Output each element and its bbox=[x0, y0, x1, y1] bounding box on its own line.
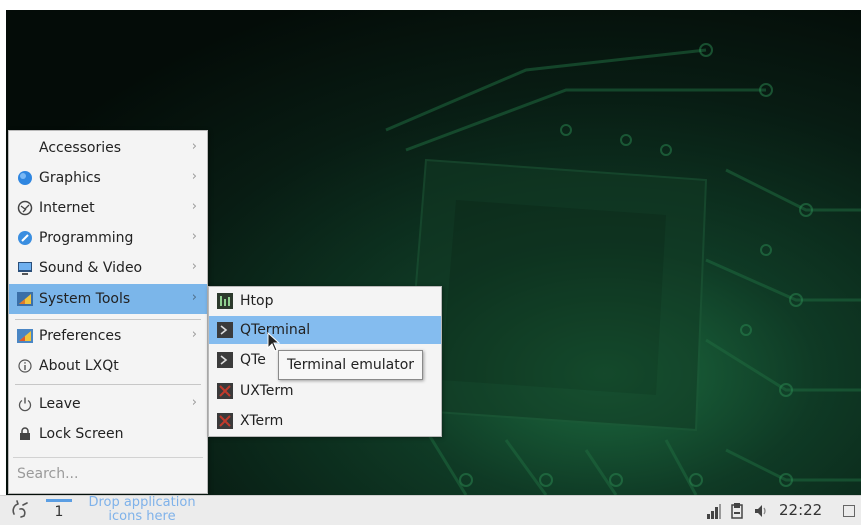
info-icon bbox=[17, 358, 33, 374]
menu-item-leave[interactable]: Leave › bbox=[9, 390, 207, 418]
menu-item-label: QTe bbox=[240, 352, 266, 368]
menu-item-graphics[interactable]: Graphics › bbox=[9, 164, 207, 192]
chevron-right-icon: › bbox=[191, 199, 197, 214]
menu-item-internet[interactable]: Internet › bbox=[9, 194, 207, 222]
tooltip: Terminal emulator bbox=[278, 350, 424, 380]
chevron-right-icon: › bbox=[191, 169, 197, 184]
volume-icon[interactable] bbox=[753, 502, 771, 520]
menu-item-xterm[interactable]: XTerm bbox=[209, 407, 441, 435]
menu-item-label: Accessories bbox=[39, 140, 122, 156]
preferences-icon bbox=[17, 328, 33, 344]
menu-item-label: Htop bbox=[240, 293, 274, 309]
menu-separator bbox=[15, 384, 201, 385]
removable-media-icon[interactable] bbox=[730, 502, 744, 520]
menu-item-system-tools[interactable]: System Tools › bbox=[9, 284, 207, 314]
menu-item-label: Graphics bbox=[39, 170, 101, 186]
mouse-cursor-icon bbox=[267, 332, 281, 352]
programming-icon bbox=[17, 230, 33, 246]
chevron-right-icon: › bbox=[191, 290, 197, 305]
search-input[interactable]: Search... bbox=[13, 457, 203, 489]
menu-item-label: UXTerm bbox=[240, 383, 294, 399]
quicklaunch-drop-area[interactable]: Drop application icons here bbox=[76, 496, 208, 524]
chevron-right-icon: › bbox=[191, 327, 197, 342]
menu-item-accessories[interactable]: Accessories › bbox=[9, 134, 207, 162]
clock[interactable]: 22:22 bbox=[779, 501, 822, 519]
lock-icon bbox=[17, 426, 33, 442]
menu-item-label: Preferences bbox=[39, 328, 122, 344]
htop-icon bbox=[217, 293, 233, 309]
terminal-icon bbox=[217, 352, 233, 368]
drop-hint-text: icons here bbox=[108, 509, 176, 524]
menu-item-label: System Tools bbox=[39, 291, 131, 307]
search-placeholder: Search... bbox=[17, 465, 79, 482]
menu-item-label: About LXQt bbox=[39, 358, 119, 374]
show-desktop-button[interactable] bbox=[843, 505, 855, 517]
chevron-right-icon: › bbox=[191, 139, 197, 154]
chevron-right-icon: › bbox=[191, 229, 197, 244]
accessories-icon bbox=[17, 140, 33, 156]
menu-item-preferences[interactable]: Preferences › bbox=[9, 322, 207, 350]
menu-item-htop[interactable]: Htop bbox=[209, 287, 441, 315]
desktop-switcher[interactable]: 1 bbox=[46, 499, 72, 523]
system-tools-icon bbox=[17, 291, 33, 307]
menu-item-qterminal[interactable]: QTerminal bbox=[209, 316, 441, 344]
application-menu-button[interactable] bbox=[8, 500, 34, 522]
menu-item-label: Programming bbox=[39, 230, 134, 246]
internet-icon bbox=[17, 200, 33, 216]
taskbar-panel: 1 Drop application icons here 22:22 bbox=[0, 495, 861, 525]
menu-item-about-lxqt[interactable]: About LXQt bbox=[9, 352, 207, 380]
menu-item-programming[interactable]: Programming › bbox=[9, 224, 207, 252]
menu-item-uxterm[interactable]: UXTerm bbox=[209, 377, 441, 405]
menu-item-label: Internet bbox=[39, 200, 95, 216]
menu-item-lock-screen[interactable]: Lock Screen bbox=[9, 420, 207, 448]
terminal-icon bbox=[217, 322, 233, 338]
sound-video-icon bbox=[17, 260, 33, 276]
menu-item-sound-video[interactable]: Sound & Video › bbox=[9, 254, 207, 282]
drop-hint-text: Drop application bbox=[88, 495, 196, 510]
xterm-icon bbox=[217, 413, 233, 429]
network-icon[interactable] bbox=[706, 502, 722, 520]
menu-item-label: XTerm bbox=[240, 413, 284, 429]
graphics-icon bbox=[17, 170, 33, 186]
power-icon bbox=[17, 396, 33, 412]
menu-separator bbox=[15, 319, 201, 320]
chevron-right-icon: › bbox=[191, 259, 197, 274]
menu-item-label: Leave bbox=[39, 396, 81, 412]
menu-item-label: Sound & Video bbox=[39, 260, 143, 276]
chevron-right-icon: › bbox=[191, 395, 197, 410]
application-menu: Accessories › Graphics › Internet › Prog… bbox=[8, 130, 208, 494]
menu-item-label: Lock Screen bbox=[39, 426, 124, 442]
xterm-icon bbox=[217, 383, 233, 399]
